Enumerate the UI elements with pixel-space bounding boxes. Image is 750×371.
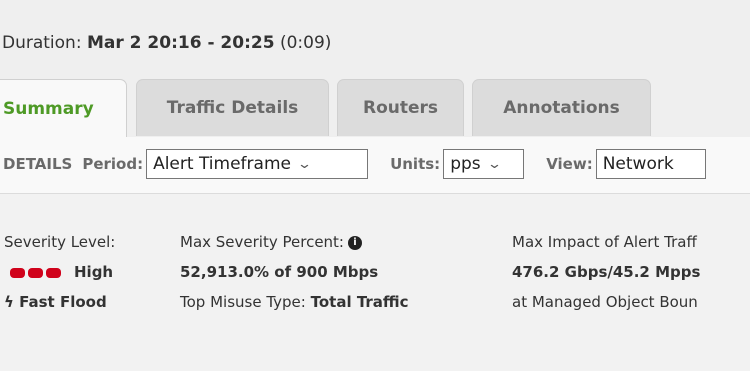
period-select-value: Alert Timeframe [153,154,291,174]
period-label: Period: [82,155,144,173]
managed-object-text: at Managed Object Boun [512,293,698,311]
severity-level-label: Severity Level: [4,233,116,251]
chevron-down-icon: ⌄ [486,156,502,172]
severity-percent-column: Max Severity Percent: i 52,913.0% of 900 … [180,232,409,322]
top-misuse: Top Misuse Type: Total Traffic [180,292,409,312]
duration-length: (0:09) [279,33,332,53]
impact-column: Max Impact of Alert Traff 476.2 Gbps/45.… [512,232,700,322]
units-label: Units: [390,155,441,173]
misuse-short-text: Fast Flood [19,293,107,311]
max-impact-value: 476.2 Gbps/45.2 Mpps [512,263,701,281]
view-select[interactable]: Network [595,149,706,179]
details-toolbar: DETAILS Period: Alert Timeframe ⌄ Units:… [0,137,750,194]
duration-label: Duration: [2,33,82,53]
severity-column: Severity Level: High ϟ Fast Flood [4,232,115,322]
view-select-value: Network [602,154,674,174]
severity-text: High [74,263,114,281]
top-misuse-label: Top Misuse Type: [180,293,306,311]
duration-range: Mar 2 20:16 - 20:25 [86,33,275,53]
details-label: DETAILS [3,155,73,173]
misuse-short: ϟ Fast Flood [4,292,115,312]
top-misuse-value: Total Traffic [310,293,409,311]
summary-panel: Severity Level: High ϟ Fast Flood Max Se… [0,194,750,371]
tab-summary-label: Summary [3,98,94,119]
tab-annotations-label: Annotations [503,98,620,118]
view-label: View: [546,155,593,173]
tab-traffic-details-label: Traffic Details [166,98,299,118]
max-impact-label: Max Impact of Alert Traff [512,233,697,251]
alert-duration: Duration: Mar 2 20:16 - 20:25 (0:09) [2,33,331,53]
max-severity-label-text: Max Severity Percent: [180,233,344,251]
tab-routers-label: Routers [362,98,439,118]
tab-routers[interactable]: Routers [337,79,464,136]
tab-bar: Summary Traffic Details Routers Annotati… [0,79,750,137]
units-select[interactable]: pps ⌄ [443,149,525,179]
max-severity-value: 52,913.0% of 900 Mbps [180,263,379,281]
tab-summary[interactable]: Summary [0,79,127,137]
tab-annotations[interactable]: Annotations [472,79,651,136]
max-severity-label: Max Severity Percent: i [180,232,409,252]
severity-indicator-icon [10,263,64,281]
lightning-icon: ϟ [4,293,14,311]
period-select[interactable]: Alert Timeframe ⌄ [146,149,369,179]
tab-traffic-details[interactable]: Traffic Details [136,79,329,136]
units-select-value: pps [450,154,481,174]
chevron-down-icon: ⌄ [296,156,313,172]
info-icon[interactable]: i [348,235,362,250]
severity-value: High [4,262,115,282]
